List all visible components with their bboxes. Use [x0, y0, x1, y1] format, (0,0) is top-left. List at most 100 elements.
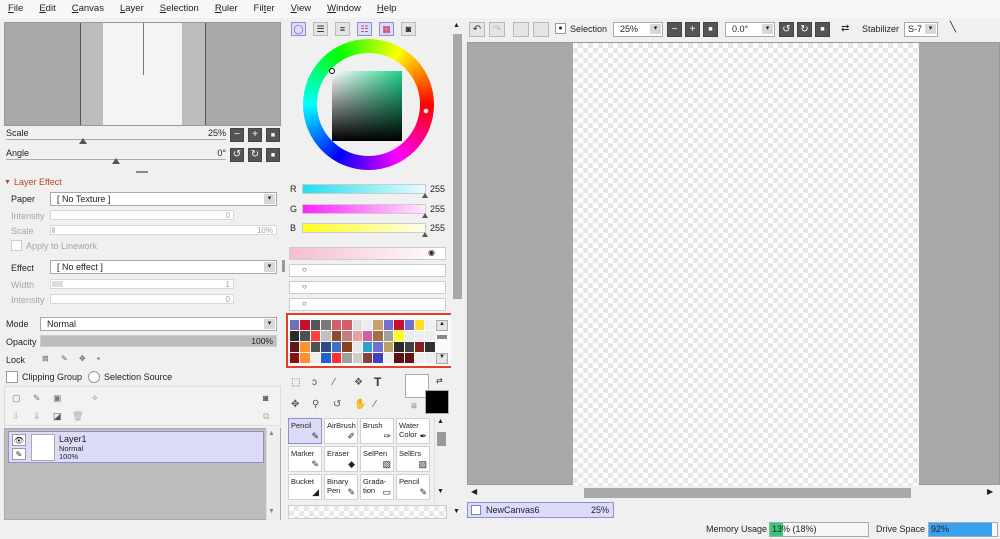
color-swatch[interactable]: [404, 353, 415, 363]
layer-edit-pencil-icon[interactable]: ✎: [12, 448, 26, 460]
color-swatch[interactable]: [425, 353, 435, 363]
green-slider[interactable]: [302, 204, 428, 218]
tool-bucket[interactable]: Bucket ◢: [288, 474, 322, 500]
color-swatch[interactable]: [290, 353, 300, 363]
color-wheel[interactable]: [303, 39, 434, 170]
color-swatch[interactable]: [425, 331, 435, 341]
tool-pencil[interactable]: Pencil ✎: [288, 418, 322, 444]
menu-canvas[interactable]: Canvas: [64, 0, 112, 18]
layer-properties-icon[interactable]: ◙: [263, 393, 268, 403]
blue-slider[interactable]: [302, 223, 428, 237]
color-swatch[interactable]: [404, 342, 415, 352]
color-swatch[interactable]: [415, 342, 425, 352]
layer-row[interactable]: 👁 ✎ Layer1 Normal 100%: [8, 431, 264, 463]
layer-effects-icon[interactable]: ✧: [91, 393, 99, 404]
tool-eraser[interactable]: Eraser ◆: [324, 446, 358, 472]
color-swatch[interactable]: [394, 331, 404, 341]
color-swatch[interactable]: [342, 353, 352, 363]
toolbar-rotate-left-button[interactable]: ↺: [779, 22, 794, 37]
undo-button[interactable]: ↶: [469, 22, 485, 37]
magic-wand-icon[interactable]: ⁄: [333, 377, 335, 388]
color-swatch[interactable]: [331, 353, 342, 363]
tool-grada-tion[interactable]: Grada-tion ▭: [360, 474, 394, 500]
rotate-left-button[interactable]: ↺: [230, 148, 244, 162]
red-slider[interactable]: [302, 184, 428, 198]
scroll-down-icon[interactable]: ▼: [453, 508, 460, 515]
stabilizer-select[interactable]: S-7 ▾: [904, 22, 938, 37]
color-swatch[interactable]: [352, 342, 362, 352]
color-swatch[interactable]: [394, 353, 404, 363]
angle-slider[interactable]: [6, 158, 226, 164]
color-swatch[interactable]: [362, 320, 373, 330]
lock-transparency-icon[interactable]: ⊠: [42, 354, 49, 363]
tool-grid-scrollbar[interactable]: ▲ ▼: [434, 418, 448, 502]
angle-slider-thumb[interactable]: [112, 158, 120, 164]
transfer-down-icon[interactable]: ⇩: [12, 411, 20, 422]
scale-slider[interactable]: [6, 138, 226, 144]
intermediate-color-bar-2[interactable]: ○: [289, 264, 446, 277]
effect-intensity-slider[interactable]: 0: [50, 294, 234, 304]
color-swatch[interactable]: [331, 320, 342, 330]
color-swatch[interactable]: [321, 331, 331, 341]
color-swatch[interactable]: [310, 342, 321, 352]
color-swatch[interactable]: [415, 320, 425, 330]
blue-slider-thumb[interactable]: [422, 232, 428, 237]
color-panel-scroll-thumb[interactable]: [453, 34, 462, 299]
scroll-down-icon[interactable]: ▼: [437, 488, 444, 495]
deselect-button[interactable]: [513, 22, 529, 37]
layer-list-scrollbar[interactable]: ▲ ▼: [266, 428, 280, 520]
color-swatch[interactable]: [373, 342, 383, 352]
tab-swatches[interactable]: ▦: [379, 22, 394, 36]
color-swatch[interactable]: [310, 331, 321, 341]
color-swatch[interactable]: [342, 331, 352, 341]
tab-intermediate-bar[interactable]: ☷: [357, 22, 372, 36]
text-tool-icon[interactable]: T: [374, 375, 381, 389]
color-swatch[interactable]: [310, 320, 321, 330]
canvas-horizontal-scrollbar[interactable]: ◀ ▶: [467, 486, 1000, 499]
stabilizer-line-icon[interactable]: ╲: [950, 22, 956, 33]
color-swatch[interactable]: [300, 342, 310, 352]
zoom-select[interactable]: 25% ▾: [613, 22, 663, 37]
saturation-value-square[interactable]: [332, 71, 402, 141]
tab-rgb-sliders[interactable]: ☰: [313, 22, 328, 36]
swap-colors-icon[interactable]: ⇄: [436, 376, 443, 385]
color-swatch[interactable]: [404, 331, 415, 341]
menu-selection[interactable]: Selection: [152, 0, 207, 18]
canvas-tab[interactable]: NewCanvas6 25%: [467, 502, 614, 518]
color-swatch[interactable]: [404, 320, 415, 330]
color-swatch[interactable]: [342, 342, 352, 352]
color-swatch[interactable]: [383, 320, 394, 330]
visibility-eye-icon[interactable]: 👁: [12, 434, 26, 446]
tool-water-color[interactable]: Water Color ✒: [396, 418, 430, 444]
color-swatch[interactable]: [290, 320, 300, 330]
scale-slider-thumb[interactable]: [79, 138, 87, 144]
scroll-up-icon[interactable]: ▲: [453, 22, 460, 29]
toolbar-rotate-right-button[interactable]: ↻: [797, 22, 812, 37]
canvas-document[interactable]: [573, 43, 919, 486]
color-swatch[interactable]: [300, 320, 310, 330]
intermediate-color-bar-3[interactable]: ○: [289, 281, 446, 294]
green-slider-thumb[interactable]: [422, 213, 428, 218]
paper-select[interactable]: [ No Texture ] ▾: [50, 192, 277, 206]
effect-select[interactable]: [ No effect ] ▾: [50, 260, 277, 274]
eyedropper-icon[interactable]: ⁄: [374, 399, 376, 410]
redo-button[interactable]: ↷: [489, 22, 505, 37]
canvas-viewport[interactable]: [467, 42, 1000, 486]
menu-window[interactable]: Window: [319, 0, 369, 18]
tool-marker[interactable]: Marker ✎: [288, 446, 322, 472]
toolbar-zoom-out-button[interactable]: −: [667, 22, 682, 37]
zoom-in-button[interactable]: +: [248, 128, 262, 142]
panel-splitter[interactable]: [136, 171, 148, 173]
toolbar-zoom-reset-button[interactable]: ■: [703, 22, 718, 37]
color-swatch[interactable]: [290, 342, 300, 352]
color-swatch[interactable]: [362, 353, 373, 363]
tool-selpen[interactable]: SelPen ▧: [360, 446, 394, 472]
tool-grid-scroll-thumb[interactable]: [437, 432, 446, 446]
tool-binary-pen[interactable]: Binary Pen ✎: [324, 474, 358, 500]
scroll-down-icon[interactable]: ▼: [268, 508, 275, 515]
color-swatch[interactable]: [373, 331, 383, 341]
color-swatch[interactable]: [383, 342, 394, 352]
lasso-icon[interactable]: ↄ: [312, 377, 317, 388]
color-swatch[interactable]: [362, 342, 373, 352]
menu-view[interactable]: View: [283, 0, 319, 18]
